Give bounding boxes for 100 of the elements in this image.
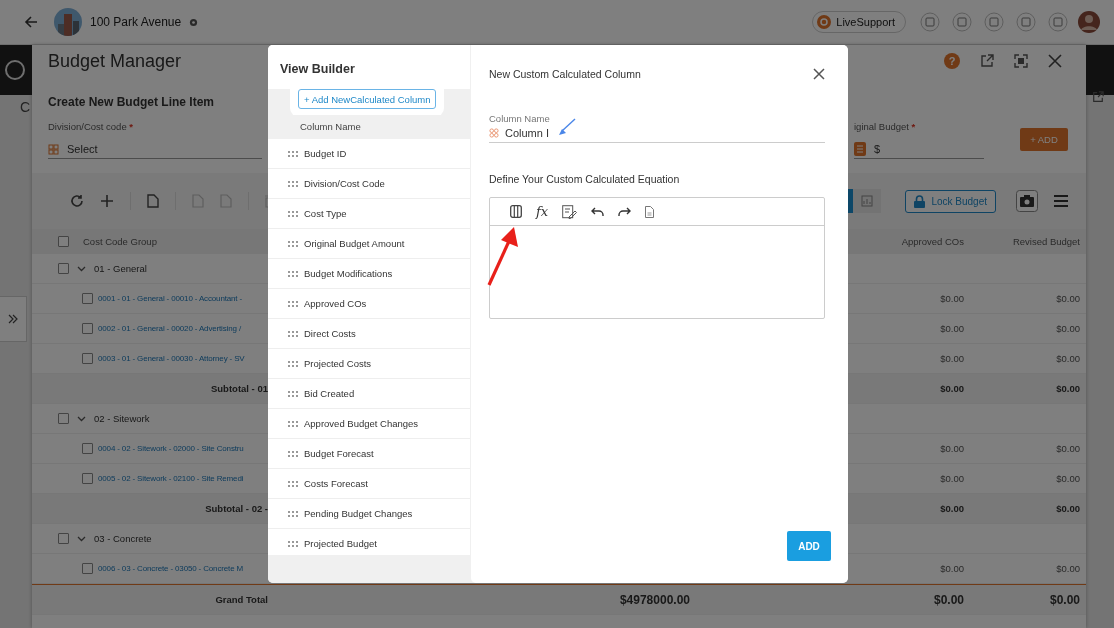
checkbox[interactable] [58,533,69,544]
section-label: Define Your Custom Calculated Equation [489,173,681,185]
column-list-item[interactable]: Budget Forecast [268,439,470,469]
drag-handle-icon [288,510,298,517]
menu-icon[interactable] [1054,195,1068,207]
drag-handle-icon [288,450,298,457]
project-name[interactable]: 100 Park Avenue [90,15,182,29]
group-label: 03 - Concrete [94,533,152,544]
row-label: Grand Total [215,594,268,605]
column-name-field[interactable]: Column Name Column I [489,113,825,143]
column-list-item[interactable]: Cost Type [268,199,470,229]
cost-code-link[interactable]: 0006 - 03 - Concrete - 03050 - Concrete M [98,564,244,573]
rail-tab[interactable]: C [20,99,32,115]
dialog-title: New Custom Calculated Column [489,68,641,80]
lock-budget-button[interactable]: Lock Budget [905,189,996,213]
checkbox[interactable] [82,563,93,574]
chevron-icon[interactable] [77,265,86,272]
field-label: Division/Cost code * [48,120,134,134]
app-logo-icon[interactable] [4,59,26,81]
document-icon[interactable] [645,205,655,218]
chart-icon [861,195,874,207]
table-cell-text: $0.00 [939,473,964,484]
table-cell-text: $0.00 [932,592,964,607]
add-button[interactable]: ADD [787,531,831,561]
checkbox[interactable] [58,263,69,274]
budget-input[interactable]: $ [854,140,984,159]
column-list-item[interactable]: Approved COs [268,289,470,319]
checkbox[interactable] [82,473,93,484]
add-button[interactable]: + ADD [1020,128,1068,151]
columns-icon[interactable] [510,205,522,218]
close-icon[interactable] [813,68,825,80]
cost-code-link[interactable]: 0002 - 01 - General - 00020 - Advertising / [98,324,241,333]
camera-icon[interactable] [1016,190,1038,212]
cost-code-link[interactable]: 0004 - 02 - Sitework - 02000 - Site Constru [98,444,244,453]
checkbox[interactable] [82,293,93,304]
plus-icon[interactable] [100,194,114,208]
grid-icon [489,128,499,138]
table-cell-text: $0.00 [1055,293,1080,304]
checkbox[interactable] [58,235,69,247]
drag-handle-icon [288,540,298,547]
column-header[interactable]: Cost Code Group [83,235,157,247]
checkbox[interactable] [58,413,69,424]
row-label: Subtotal - 01 [211,383,268,394]
table-cell-text: $0.00 [939,563,964,574]
edit-note-icon[interactable] [562,204,578,219]
user-avatar[interactable] [1078,11,1100,33]
column-header[interactable]: Revised Budget [964,235,1080,247]
live-support-button[interactable]: LiveSupport [812,11,906,33]
chevron-icon[interactable] [77,535,86,542]
column-list-item[interactable]: Bid Created [268,379,470,409]
table-cell-text: $0.00 [1048,592,1080,607]
column-list-item[interactable]: Direct Costs [268,319,470,349]
panel-title: Budget Manager [48,50,182,72]
external-link-icon[interactable] [980,54,994,68]
column-list-item[interactable]: Pending Budget Changes [268,499,470,529]
drag-handle-icon [288,480,298,487]
checkbox[interactable] [82,443,93,454]
external-link-icon[interactable] [1092,91,1104,103]
back-arrow-icon[interactable] [24,15,38,29]
close-icon[interactable] [1048,54,1062,68]
refresh-icon[interactable] [70,194,84,208]
lock-icon [914,194,926,208]
annotation-arrow [486,225,520,287]
cost-code-link[interactable]: 0001 - 01 - General - 00010 - Accountant - [98,294,242,303]
drag-handle-icon [288,210,298,217]
annotation-arrow [557,117,577,137]
calculator-icon [854,142,866,156]
table-cell-text: $0.00 [1055,383,1080,394]
drag-handle-icon [288,150,298,157]
column-list-item[interactable]: Projected Budget [268,529,470,555]
drag-handle-icon [288,420,298,427]
drag-handle-icon [288,270,298,277]
column-list-item[interactable]: Original Budget Amount [268,229,470,259]
gear-icon[interactable] [189,17,199,27]
undo-icon[interactable] [591,206,605,217]
column-list-item[interactable]: Approved Budget Changes [268,409,470,439]
column-list-item[interactable]: Division/Cost Code [268,169,470,199]
cost-code-link[interactable]: 0005 - 02 - Sitework - 02100 - Site Remedi [98,474,244,483]
cost-code-link[interactable]: 0003 - 01 - General - 00030 - Attorney - SV [98,354,245,363]
row-label: Subtotal - 02 - [205,503,268,514]
fullscreen-icon[interactable] [1014,54,1028,68]
group-label: 02 - Sitework [94,413,150,424]
redo-icon[interactable] [618,206,632,217]
column-list-item[interactable]: Budget ID [268,139,470,169]
equation-editor[interactable]: fx [489,197,825,319]
checkbox[interactable] [82,353,93,364]
double-chevron-icon [8,314,18,324]
document-icon[interactable] [147,194,159,208]
table-cell-text: $0.00 [1055,503,1080,514]
drag-handle-icon [288,180,298,187]
division-select[interactable]: Select [48,140,262,159]
table-cell-text: $0.00 [939,503,964,514]
checkbox[interactable] [82,323,93,334]
column-list-item[interactable]: Projected Costs [268,349,470,379]
column-list-item[interactable]: Budget Modifications [268,259,470,289]
function-button[interactable]: fx [536,204,549,219]
chevron-icon[interactable] [77,415,86,422]
column-list-item[interactable]: Costs Forecast [268,469,470,499]
grid-icon [48,143,59,155]
chart-view-toggle[interactable] [853,189,882,213]
